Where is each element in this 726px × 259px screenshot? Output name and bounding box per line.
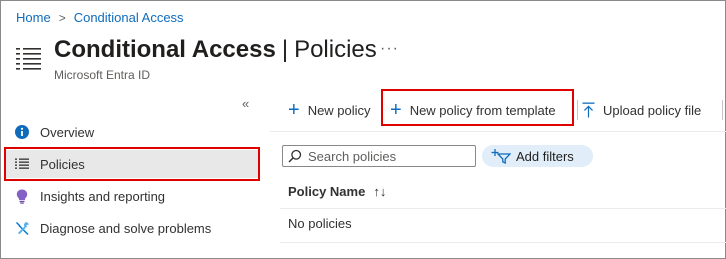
table-divider — [280, 208, 726, 209]
sidebar-item-label: Diagnose and solve problems — [40, 220, 212, 236]
upload-policy-file-button[interactable]: Upload policy file — [582, 98, 701, 122]
upload-icon — [582, 102, 595, 118]
page-title-main: Conditional Access — [54, 36, 276, 63]
info-icon — [14, 124, 30, 140]
policy-name-column-header[interactable]: Policy Name ↑↓ — [288, 184, 386, 199]
page-title-section: Policies — [294, 36, 377, 63]
column-header-label: Policy Name — [288, 184, 366, 199]
toolbar-separator — [722, 100, 723, 120]
page-title-separator: | — [281, 36, 289, 63]
policies-highlight-box — [4, 147, 260, 181]
more-options-button[interactable]: ··· — [380, 40, 399, 58]
breadcrumb-home-link[interactable]: Home — [16, 10, 51, 25]
sidebar-item-label: Overview — [40, 124, 95, 140]
sidebar-item-label: Insights and reporting — [40, 188, 166, 204]
sidebar-item-insights-and-reporting[interactable]: Insights and reporting — [6, 182, 258, 210]
breadcrumb: Home > Conditional Access — [16, 10, 184, 25]
lightbulb-icon — [14, 188, 30, 204]
add-filters-button[interactable]: Add filters — [482, 145, 593, 167]
policies-list-icon — [16, 48, 41, 70]
breadcrumb-conditional-access-link[interactable]: Conditional Access — [74, 10, 184, 25]
empty-state-text: No policies — [288, 216, 352, 231]
new-policy-label: New policy — [307, 102, 371, 118]
sidebar-item-overview[interactable]: Overview — [6, 118, 258, 146]
sidebar-item-diagnose-and-solve-problems[interactable]: Diagnose and solve problems — [6, 214, 258, 242]
search-policies-box[interactable] — [282, 145, 476, 167]
toolbar-divider — [270, 131, 726, 132]
wrench-icon — [14, 220, 30, 236]
add-filter-icon — [491, 149, 511, 164]
plus-icon: + — [288, 99, 300, 121]
new-policy-button[interactable]: + New policy — [288, 98, 371, 122]
toolbar-separator — [577, 100, 578, 120]
collapse-sidebar-button[interactable]: « — [242, 96, 249, 111]
upload-policy-file-label: Upload policy file — [603, 102, 702, 118]
add-filters-label: Add filters — [516, 148, 574, 164]
template-highlight-box — [381, 89, 574, 126]
page-subtitle: Microsoft Entra ID — [54, 68, 151, 82]
search-policies-input[interactable] — [308, 148, 468, 164]
breadcrumb-separator: > — [58, 10, 66, 25]
page-title: Conditional Access | Policies — [54, 36, 377, 64]
table-bottom-divider — [280, 242, 726, 243]
sort-icon[interactable]: ↑↓ — [373, 184, 386, 199]
search-icon — [288, 149, 302, 163]
